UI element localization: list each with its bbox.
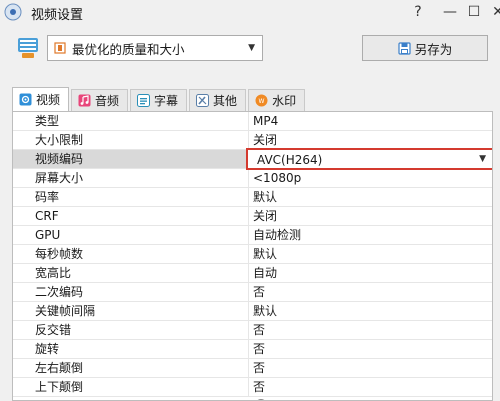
property-value: 否 bbox=[253, 323, 266, 337]
property-row-rotate[interactable]: 旋转 否 bbox=[13, 340, 492, 359]
tab-subtitle[interactable]: 字幕 bbox=[130, 89, 188, 111]
property-key: 反交错 bbox=[13, 321, 249, 339]
property-key: 码率 bbox=[13, 188, 249, 206]
save-disk-icon bbox=[398, 41, 411, 55]
property-row-deinterlace[interactable]: 反交错 否 bbox=[13, 321, 492, 340]
property-value: 自动检测 bbox=[253, 228, 302, 242]
tab-label: 字幕 bbox=[154, 94, 179, 108]
chevron-down-icon: ▼ bbox=[248, 43, 255, 53]
property-value: 关闭 bbox=[253, 209, 278, 223]
property-value: 关闭 bbox=[253, 133, 278, 147]
help-button[interactable]: ? bbox=[404, 0, 432, 24]
property-key: 视频编码 bbox=[13, 150, 249, 168]
tab-other[interactable]: 其他 bbox=[189, 89, 247, 111]
property-value: <1080p bbox=[253, 171, 302, 185]
property-value: MP4 bbox=[253, 114, 279, 128]
tab-video[interactable]: 视频 bbox=[12, 87, 70, 111]
property-row-screen-size[interactable]: 屏幕大小 <1080p bbox=[13, 169, 492, 188]
tab-watermark[interactable]: W 水印 bbox=[248, 89, 306, 111]
tab-label: 其他 bbox=[213, 94, 238, 108]
video-codec-dropdown[interactable]: AVC(H264) ▼ bbox=[246, 148, 492, 170]
property-row-aspect-ratio[interactable]: 宽高比 自动 bbox=[13, 264, 492, 283]
property-key: 上下颠倒 bbox=[13, 378, 249, 396]
preset-value: 最优化的质量和大小 bbox=[72, 41, 185, 57]
film-icon bbox=[54, 42, 66, 54]
property-row-fps[interactable]: 每秒帧数 默认 bbox=[13, 245, 492, 264]
property-key: 旋转 bbox=[13, 340, 249, 358]
tab-label: 音频 bbox=[95, 94, 120, 108]
title-bar: 视频设置 ? — ☐ ✕ bbox=[0, 0, 500, 24]
settings-tabs: 视频 音频 字幕 其他 W 水印 bbox=[12, 87, 307, 111]
property-key: 大小限制 bbox=[13, 131, 249, 149]
svg-text:W: W bbox=[259, 98, 265, 105]
property-row-keyframe-interval[interactable]: 关键帧间隔 默认 bbox=[13, 302, 492, 321]
close-button[interactable]: ✕ bbox=[484, 0, 500, 24]
tab-label: 水印 bbox=[272, 94, 297, 108]
property-row-gpu[interactable]: GPU 自动检测 bbox=[13, 226, 492, 245]
video-codec-value: AVC(H264) bbox=[257, 153, 323, 167]
save-as-label: 另存为 bbox=[414, 41, 453, 57]
chevron-down-icon: ▼ bbox=[479, 154, 486, 164]
video-settings-window: 视频设置 ? — ☐ ✕ 最优化的质量和大小 ▼ 另存为 视频 音频 字幕 其他… bbox=[0, 0, 500, 401]
property-value: 否 bbox=[253, 380, 266, 394]
property-key: GPU bbox=[13, 226, 249, 244]
tab-audio[interactable]: 音频 bbox=[71, 89, 129, 111]
property-key: CRF bbox=[13, 207, 249, 225]
tools-icon bbox=[196, 94, 210, 107]
preset-dropdown[interactable]: 最优化的质量和大小 ▼ bbox=[47, 35, 263, 61]
save-as-button[interactable]: 另存为 bbox=[362, 35, 488, 61]
property-value: 否 bbox=[253, 285, 266, 299]
property-key: 类型 bbox=[13, 112, 249, 130]
app-logo-icon bbox=[4, 3, 22, 21]
property-row-flip-vertical[interactable]: 上下颠倒 否 bbox=[13, 378, 492, 397]
watermark-icon: W bbox=[255, 94, 268, 107]
tab-label: 视频 bbox=[36, 93, 61, 107]
property-key: 屏幕大小 bbox=[13, 169, 249, 187]
window-title: 视频设置 bbox=[31, 8, 84, 23]
property-value: 默认 bbox=[253, 247, 278, 261]
property-key: 二次编码 bbox=[13, 283, 249, 301]
music-note-icon bbox=[78, 94, 91, 107]
property-key: 每秒帧数 bbox=[13, 245, 249, 263]
property-key: 关键帧间隔 bbox=[13, 302, 249, 320]
property-row-crf[interactable]: CRF 关闭 bbox=[13, 207, 492, 226]
video-settings-icon bbox=[19, 93, 32, 106]
property-value: 否 bbox=[253, 342, 266, 356]
property-value: 否 bbox=[253, 361, 266, 375]
property-value: 自动 bbox=[253, 266, 278, 280]
subtitle-icon bbox=[137, 94, 151, 107]
property-key: 宽高比 bbox=[13, 264, 249, 282]
preset-list-icon bbox=[18, 38, 38, 58]
property-grid: 类型 MP4 大小限制 关闭 视频编码 屏幕大小 <1080p 码率 默认 CR… bbox=[12, 111, 493, 401]
property-key: 左右颠倒 bbox=[13, 359, 249, 377]
property-row-bitrate[interactable]: 码率 默认 bbox=[13, 188, 492, 207]
property-row-two-pass[interactable]: 二次编码 否 bbox=[13, 283, 492, 302]
property-value: 默认 bbox=[253, 190, 278, 204]
property-value: 默认 bbox=[253, 304, 278, 318]
property-row-flip-horizontal[interactable]: 左右颠倒 否 bbox=[13, 359, 492, 378]
property-row-type[interactable]: 类型 MP4 bbox=[13, 112, 492, 131]
